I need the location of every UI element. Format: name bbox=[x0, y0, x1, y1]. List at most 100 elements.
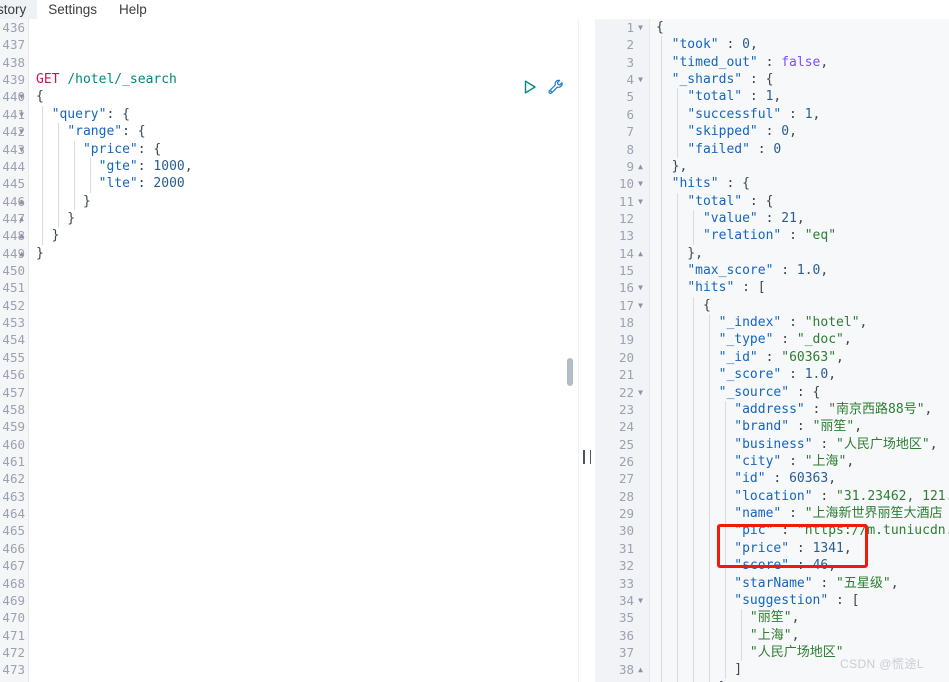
code-line[interactable] bbox=[29, 401, 578, 418]
request-scrollbar-thumb[interactable] bbox=[567, 358, 573, 386]
chevron-down-icon[interactable]: ▼ bbox=[636, 71, 645, 88]
code-line[interactable]: "total" : { bbox=[650, 192, 949, 210]
code-line[interactable]: "pic" : "https://m.tuniucdn.c bbox=[650, 522, 949, 540]
chevron-down-icon[interactable]: ▼ bbox=[636, 279, 645, 296]
chevron-up-icon[interactable]: ▲ bbox=[17, 210, 26, 227]
code-line[interactable] bbox=[29, 644, 578, 661]
chevron-up-icon[interactable]: ▲ bbox=[636, 158, 645, 175]
chevron-down-icon[interactable]: ▼ bbox=[636, 193, 645, 210]
code-line[interactable] bbox=[29, 679, 578, 682]
code-line[interactable]: } bbox=[650, 678, 949, 682]
code-line[interactable] bbox=[29, 262, 578, 279]
code-line[interactable]: "price" : 1341, bbox=[650, 539, 949, 558]
code-line[interactable] bbox=[29, 470, 578, 487]
code-line[interactable]: "brand" : "丽笙", bbox=[650, 418, 949, 436]
code-line[interactable]: "_id" : "60363", bbox=[650, 348, 949, 367]
code-line[interactable]: "lte": 2000 bbox=[29, 175, 578, 193]
code-line[interactable]: "_shards" : { bbox=[650, 71, 949, 89]
code-line[interactable]: "_score" : 1.0, bbox=[650, 366, 949, 384]
code-line[interactable]: } bbox=[29, 209, 578, 228]
code-line[interactable] bbox=[29, 575, 578, 592]
code-line[interactable]: "timed_out" : false, bbox=[650, 53, 949, 72]
code-line[interactable]: { bbox=[650, 296, 949, 315]
code-line[interactable]: "name" : "上海新世界丽笙大酒店 bbox=[650, 505, 949, 523]
code-line[interactable]: "took" : 0, bbox=[650, 36, 949, 54]
code-line[interactable]: } bbox=[29, 192, 578, 210]
menu-help[interactable]: Help bbox=[108, 0, 158, 19]
code-line[interactable]: "query": { bbox=[29, 105, 578, 124]
code-line[interactable]: "starName" : "五星级", bbox=[650, 574, 949, 592]
chevron-down-icon[interactable]: ▼ bbox=[17, 88, 26, 105]
code-line[interactable] bbox=[29, 522, 578, 539]
splitter-grip-icon[interactable] bbox=[583, 450, 591, 464]
play-icon[interactable] bbox=[521, 78, 539, 96]
code-line[interactable] bbox=[29, 314, 578, 331]
response-code[interactable]: { "took" : 0, "timed_out" : false, "_sha… bbox=[650, 19, 949, 682]
code-line[interactable] bbox=[29, 488, 578, 505]
code-line[interactable]: { bbox=[650, 19, 949, 36]
code-line[interactable]: "skipped" : 0, bbox=[650, 123, 949, 141]
request-code[interactable]: GET /hotel/_search{ "query": { "range": … bbox=[29, 19, 578, 682]
chevron-down-icon[interactable]: ▼ bbox=[636, 175, 645, 192]
code-line[interactable]: "_source" : { bbox=[650, 383, 949, 401]
code-line[interactable] bbox=[29, 297, 578, 314]
code-line[interactable]: "value" : 21, bbox=[650, 209, 949, 228]
response-pane[interactable]: 1 ▼ 2 3 4 ▼ 5 6 7 8 9 ▲ 10 ▼ 11 ▼ 12 13 14 ▲ 15 16 ▼ 17 ▼ 18 19 20 2… bbox=[595, 19, 949, 682]
code-line[interactable]: "business" : "人民广场地区", bbox=[650, 435, 949, 453]
code-line[interactable]: "上海", bbox=[650, 626, 949, 644]
code-line[interactable] bbox=[29, 505, 578, 522]
chevron-down-icon[interactable]: ▼ bbox=[636, 384, 645, 401]
code-line[interactable] bbox=[29, 557, 578, 574]
request-scrollbar[interactable] bbox=[564, 19, 576, 682]
code-line[interactable]: "score" : 46, bbox=[650, 557, 949, 575]
code-line[interactable]: } bbox=[29, 227, 578, 245]
code-line[interactable] bbox=[29, 384, 578, 401]
chevron-up-icon[interactable]: ▲ bbox=[17, 227, 26, 244]
code-line[interactable] bbox=[29, 540, 578, 557]
request-pane[interactable]: 436 437 438 439 440 ▼ 441 ▼ 442 ▼ 443 ▼ 444 445 446 ▲ 44… bbox=[0, 19, 578, 682]
code-line[interactable]: "city" : "上海", bbox=[650, 452, 949, 471]
code-line[interactable] bbox=[29, 349, 578, 366]
code-line[interactable]: "successful" : 1, bbox=[650, 105, 949, 124]
chevron-up-icon[interactable]: ▲ bbox=[636, 679, 645, 682]
code-line[interactable]: "range": { bbox=[29, 123, 578, 141]
code-line[interactable]: { bbox=[29, 88, 578, 105]
code-line[interactable]: "failed" : 0 bbox=[650, 140, 949, 158]
code-line[interactable]: "hits" : [ bbox=[650, 279, 949, 297]
menu-settings[interactable]: Settings bbox=[37, 0, 108, 19]
code-line[interactable] bbox=[29, 36, 578, 53]
code-line[interactable]: "_type" : "_doc", bbox=[650, 331, 949, 349]
code-line[interactable]: "_index" : "hotel", bbox=[650, 314, 949, 332]
chevron-down-icon[interactable]: ▼ bbox=[17, 106, 26, 123]
code-line[interactable] bbox=[29, 54, 578, 71]
code-line[interactable]: "丽笙", bbox=[650, 609, 949, 627]
code-line[interactable]: }, bbox=[650, 157, 949, 176]
code-line[interactable]: "suggestion" : [ bbox=[650, 591, 949, 610]
chevron-up-icon[interactable]: ▲ bbox=[17, 245, 26, 262]
chevron-down-icon[interactable]: ▼ bbox=[17, 123, 26, 140]
chevron-down-icon[interactable]: ▼ bbox=[636, 297, 645, 314]
chevron-down-icon[interactable]: ▼ bbox=[636, 592, 645, 609]
chevron-up-icon[interactable]: ▲ bbox=[636, 661, 645, 678]
code-line[interactable]: } bbox=[29, 245, 578, 262]
code-line[interactable]: "total" : 1, bbox=[650, 88, 949, 106]
code-line[interactable] bbox=[29, 661, 578, 678]
code-line[interactable] bbox=[29, 418, 578, 435]
chevron-up-icon[interactable]: ▲ bbox=[17, 193, 26, 210]
chevron-down-icon[interactable]: ▼ bbox=[17, 141, 26, 158]
code-line[interactable] bbox=[29, 366, 578, 383]
code-line[interactable] bbox=[29, 331, 578, 348]
code-line[interactable]: "gte": 1000, bbox=[29, 157, 578, 176]
code-line[interactable]: "id" : 60363, bbox=[650, 470, 949, 488]
code-line[interactable] bbox=[29, 627, 578, 644]
menu-history[interactable]: story bbox=[0, 0, 38, 19]
code-line[interactable]: "address" : "南京西路88号", bbox=[650, 400, 949, 419]
code-line[interactable] bbox=[29, 609, 578, 626]
code-line[interactable]: "location" : "31.23462, 121.4 bbox=[650, 487, 949, 506]
code-line[interactable] bbox=[29, 592, 578, 609]
chevron-down-icon[interactable]: ▼ bbox=[636, 19, 645, 36]
code-line[interactable]: "max_score" : 1.0, bbox=[650, 262, 949, 280]
code-line[interactable] bbox=[29, 453, 578, 470]
code-line[interactable]: GET /hotel/_search bbox=[29, 71, 578, 88]
chevron-up-icon[interactable]: ▲ bbox=[636, 245, 645, 262]
